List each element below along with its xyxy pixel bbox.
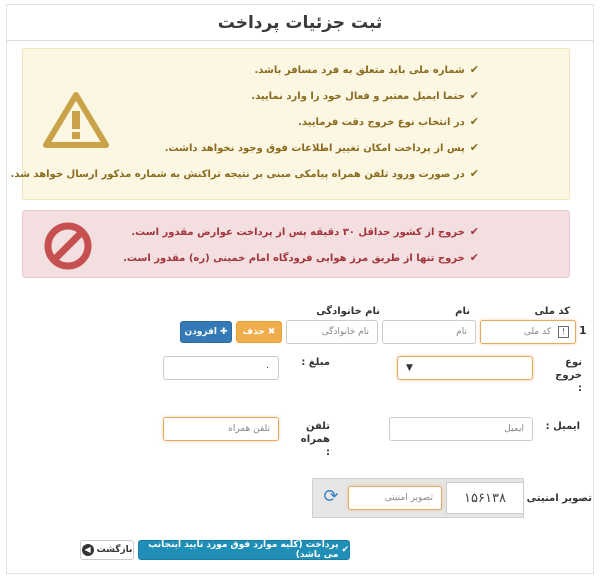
delete-button[interactable]: ✖ حذف — [236, 321, 282, 343]
last-name-input[interactable]: نام خانوادگی — [286, 320, 378, 344]
amount-input[interactable]: ۰ — [163, 356, 279, 380]
plus-icon: ✚ — [219, 327, 228, 337]
id-card-icon: ! — [558, 326, 569, 338]
add-button[interactable]: ✚ افزودن — [180, 321, 232, 343]
mobile-label: تلفن همراه : — [300, 421, 330, 458]
row-number: 1 — [579, 324, 587, 337]
danger-item: ✔خروج از کشور حداقل ۳۰ دقیقه پس از پرداخ… — [131, 225, 479, 238]
check-icon: ✔ — [469, 225, 479, 238]
prohibited-icon — [43, 221, 93, 274]
warning-item: ✔حتما ایمیل معتبر و فعال خود را وارد نما… — [251, 89, 479, 102]
dropdown-arrow-icon: ▼ — [406, 363, 413, 373]
warning-item: ✔در صورت ورود تلفن همراه پیامکی مبنی بر … — [10, 167, 479, 180]
exit-type-label: نوع خروج : — [555, 357, 582, 394]
first-name-label: نام — [455, 306, 470, 317]
title-bar: ثبت جزئیات پرداخت — [7, 5, 593, 41]
mobile-input[interactable]: تلفن همراه — [163, 417, 279, 441]
captcha-input[interactable]: تصویر امنیتی — [348, 486, 442, 510]
check-icon: ✔ — [469, 63, 479, 76]
arrow-left-icon: ◀ — [81, 544, 94, 556]
warning-panel: ✔شماره ملی باید متعلق به فرد مسافر باشد.… — [11, 48, 570, 200]
refresh-icon[interactable]: ⟳ — [320, 486, 342, 508]
check-icon: ✔ — [469, 89, 479, 102]
warning-item: ✔پس از پرداخت امکان تغییر اطلاعات فوق وج… — [164, 141, 479, 154]
warning-item: ✔شماره ملی باید متعلق به فرد مسافر باشد. — [254, 63, 479, 76]
check-icon: ✔ — [469, 167, 479, 180]
national-code-label: کد ملی — [534, 306, 570, 317]
check-icon: ✔ — [469, 115, 479, 128]
captcha-label: تصویر امنیتی : — [519, 493, 592, 504]
last-name-label: نام خانوادگی — [316, 306, 380, 317]
national-code-input[interactable]: کد ملی ! — [480, 320, 576, 344]
check-icon: ✔ — [341, 545, 349, 555]
first-name-input[interactable]: نام — [382, 320, 476, 344]
captcha-image: ۱۵۶۱۳۸ — [446, 482, 524, 514]
email-input[interactable]: ایمیل — [389, 417, 533, 441]
exit-type-select[interactable]: ▼ — [397, 356, 533, 380]
email-label: ایمیل : — [545, 421, 580, 432]
page-title: ثبت جزئیات پرداخت — [217, 13, 383, 33]
check-icon: ✔ — [469, 141, 479, 154]
danger-item: ✔خروج تنها از طریق مرز هوایی فرودگاه اما… — [123, 251, 479, 264]
check-icon: ✔ — [469, 251, 479, 264]
warning-item: ✔در انتخاب نوع خروج دقت فرمایید. — [298, 115, 479, 128]
back-button[interactable]: بازگشت ◀ — [80, 540, 134, 560]
pay-button[interactable]: ✔ پرداخت (کلیه موارد فوق مورد تایید اینجا… — [138, 540, 350, 560]
amount-label: مبلغ : — [301, 357, 330, 368]
close-icon: ✖ — [267, 327, 276, 337]
danger-panel: ✔خروج از کشور حداقل ۳۰ دقیقه پس از پرداخ… — [22, 210, 570, 278]
